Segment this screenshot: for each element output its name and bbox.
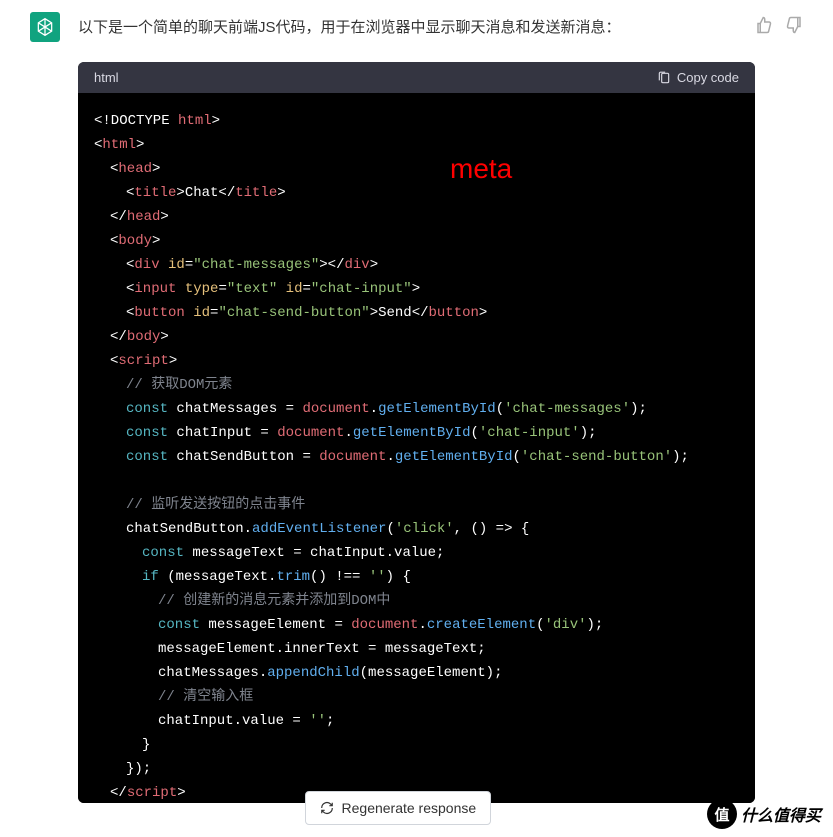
code-language: html bbox=[94, 70, 119, 85]
code-header: html Copy code bbox=[78, 62, 755, 93]
chatgpt-avatar bbox=[30, 12, 60, 42]
code-block: html Copy code meta <!DOCTYPE html> <htm… bbox=[78, 62, 755, 803]
feedback-buttons bbox=[755, 12, 803, 34]
message-header: 以下是一个简单的聊天前端JS代码，用于在浏览器中显示聊天消息和发送新消息： bbox=[0, 0, 833, 54]
intro-text: 以下是一个简单的聊天前端JS代码，用于在浏览器中显示聊天消息和发送新消息： bbox=[78, 12, 737, 37]
openai-icon bbox=[35, 17, 55, 37]
clipboard-icon bbox=[657, 71, 671, 85]
code-body: meta <!DOCTYPE html> <html> <head> <titl… bbox=[78, 93, 755, 803]
watermark: 值 什么值得买 bbox=[707, 799, 821, 829]
thumbs-up-icon[interactable] bbox=[755, 16, 773, 34]
watermark-text: 什么值得买 bbox=[741, 802, 821, 826]
copy-code-button[interactable]: Copy code bbox=[657, 70, 739, 85]
copy-label: Copy code bbox=[677, 70, 739, 85]
thumbs-down-icon[interactable] bbox=[785, 16, 803, 34]
refresh-icon bbox=[320, 801, 334, 815]
regenerate-button[interactable]: Regenerate response bbox=[305, 791, 492, 825]
watermark-logo: 值 bbox=[707, 799, 737, 829]
meta-annotation: meta bbox=[450, 157, 512, 181]
regenerate-label: Regenerate response bbox=[342, 800, 477, 816]
